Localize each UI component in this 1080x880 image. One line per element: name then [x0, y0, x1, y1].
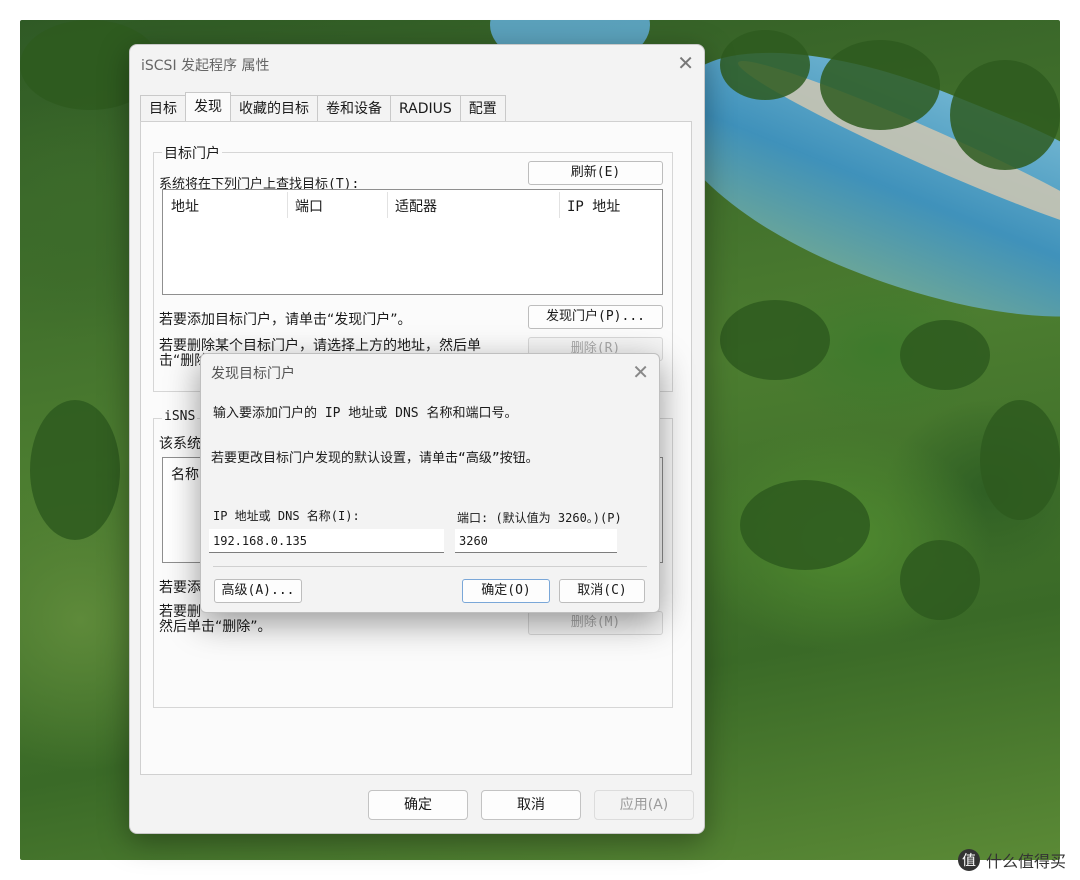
wallpaper-tree [950, 60, 1060, 170]
close-icon[interactable]: ✕ [677, 51, 694, 75]
wallpaper-tree [900, 540, 980, 620]
apply-button[interactable]: 应用(A) [594, 790, 694, 820]
ip-address-label: IP 地址或 DNS 名称(I): [213, 509, 360, 523]
column-separator [559, 192, 560, 218]
remove-hint-line1: 若要删除某个目标门户，请选择上方的地址，然后单 [159, 338, 481, 354]
column-ip-address[interactable]: IP 地址 [567, 196, 620, 216]
advanced-button[interactable]: 高级(A)... [214, 579, 302, 603]
tab-targets[interactable]: 目标 [140, 95, 186, 121]
wallpaper-tree [720, 30, 810, 100]
dialog-separator [213, 566, 647, 567]
ip-address-input[interactable]: 192.168.0.135 [209, 529, 444, 553]
cancel-button[interactable]: 取消 [481, 790, 581, 820]
port-label: 端口: (默认值为 3260。)(P) [457, 511, 622, 525]
portals-list[interactable]: 地址 端口 适配器 IP 地址 [162, 189, 663, 295]
wallpaper-tree [820, 40, 940, 130]
discover-portal-button[interactable]: 发现门户(P)... [528, 305, 663, 329]
tab-configuration[interactable]: 配置 [459, 95, 506, 121]
discover-target-portal-dialog: 发现目标门户 ✕ 输入要添加门户的 IP 地址或 DNS 名称和端口号。 若要更… [200, 353, 660, 613]
isns-legend: iSNS [162, 409, 198, 424]
wallpaper-tree [720, 300, 830, 380]
window-title: iSCSI 发起程序 属性 [141, 58, 270, 74]
ok-button[interactable]: 确定 [368, 790, 468, 820]
site-watermark: 值 什么值得买 [957, 848, 1066, 872]
dialog-instruction: 输入要添加门户的 IP 地址或 DNS 名称和端口号。 [213, 406, 518, 421]
column-adapter[interactable]: 适配器 [395, 196, 437, 216]
tab-volumes-devices[interactable]: 卷和设备 [317, 95, 391, 121]
wallpaper-tree [30, 400, 120, 540]
dialog-ok-button[interactable]: 确定(O) [462, 579, 550, 603]
dialog-close-icon[interactable]: ✕ [632, 360, 649, 384]
tab-strip: 目标 发现 收藏的目标 卷和设备 RADIUS 配置 [140, 92, 506, 121]
watermark-logo-icon: 值 [957, 849, 980, 871]
wallpaper-tree [900, 320, 990, 390]
watermark-text: 什么值得买 [985, 852, 1066, 871]
isns-remove-button[interactable]: 删除(M) [528, 611, 663, 635]
add-portal-hint: 若要添加目标门户，请单击“发现门户”。 [159, 312, 412, 328]
dialog-cancel-button[interactable]: 取消(C) [559, 579, 645, 603]
port-input[interactable]: 3260 [455, 529, 617, 553]
column-address[interactable]: 地址 [171, 196, 199, 216]
wallpaper-tree [980, 400, 1060, 520]
dialog-advanced-hint: 若要更改目标门户发现的默认设置，请单击“高级”按钮。 [211, 451, 539, 466]
column-port[interactable]: 端口 [295, 196, 323, 216]
tab-discovery[interactable]: 发现 [185, 92, 231, 121]
dialog-title: 发现目标门户 [211, 366, 295, 382]
column-separator [387, 192, 388, 218]
column-separator [287, 192, 288, 218]
wallpaper-tree [740, 480, 870, 570]
isns-add-hint: 若要添 [159, 580, 201, 596]
isns-search-label: 该系统 [159, 436, 201, 452]
isns-remove-hint-line2: 然后单击“删除”。 [159, 619, 272, 635]
refresh-button[interactable]: 刷新(E) [528, 161, 663, 185]
tab-favorite-targets[interactable]: 收藏的目标 [230, 95, 318, 121]
target-portals-legend: 目标门户 [162, 143, 222, 163]
tab-radius[interactable]: RADIUS [390, 95, 461, 121]
isns-column-name[interactable]: 名称 [171, 464, 199, 484]
